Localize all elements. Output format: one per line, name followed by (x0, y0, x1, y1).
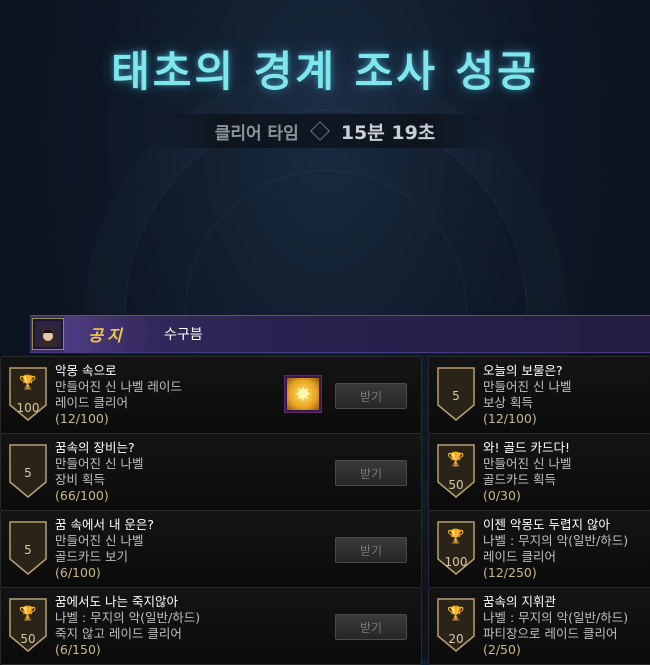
claim-button[interactable]: 받기 (335, 537, 407, 563)
achievement-badge: 🏆 50 (9, 598, 47, 652)
achievement-badge: 5 (437, 367, 475, 421)
achievement-card: 🏆 50 꿈에서도 나는 죽지않아 나벨 : 무지의 악(일반/하드) 죽지 않… (0, 587, 422, 665)
notice-bar: 공지 수구븜 (30, 315, 650, 353)
claim-button[interactable]: 받기 (335, 460, 407, 486)
achievement-badge: 5 (9, 444, 47, 498)
character-portrait-icon (32, 318, 64, 350)
notice-tag: 공지 (64, 316, 150, 352)
clear-time-value: 15분 19초 (340, 121, 436, 144)
achievement-desc: 만들어진 신 나벨 레이드 (55, 379, 182, 394)
achievement-card: 🏆 50 와! 골드 카드다! 만들어진 신 나벨 골드카드 획득 (0/30) (428, 433, 650, 511)
achievement-desc: 죽지 않고 레이드 클리어 (55, 626, 182, 641)
silver-trophy-icon: 🏆 (447, 606, 465, 622)
achievement-desc: 레이드 클리어 (55, 395, 128, 410)
achievement-desc: 보상 획득 (483, 395, 533, 410)
achievement-progress: (12/250) (483, 565, 537, 580)
achievement-title: 와! 골드 카드다! (483, 440, 570, 455)
gold-trophy-icon: 🏆 (19, 606, 37, 622)
achievement-badge: 🏆 20 (437, 598, 475, 652)
achievement-progress: (0/30) (483, 488, 521, 503)
achievement-desc: 만들어진 신 나벨 (55, 533, 144, 548)
achievement-desc: 만들어진 신 나벨 (483, 379, 572, 394)
clear-time-row: 클리어 타임 15분 19초 (150, 114, 500, 148)
reward-item-icon[interactable]: ✸ (284, 375, 322, 413)
achievement-desc: 만들어진 신 나벨 (55, 456, 144, 471)
achievement-badge: 5 (9, 521, 47, 575)
achievement-desc: 나벨 : 무지의 악(일반/하드) (483, 533, 629, 548)
achievement-title: 꿈속의 지휘관 (483, 594, 556, 609)
gold-trophy-icon: 🏆 (447, 452, 465, 468)
claim-button[interactable]: 받기 (335, 614, 407, 640)
achievement-desc: 나벨 : 무지의 악(일반/하드) (483, 610, 629, 625)
achievement-desc: 골드카드 보기 (55, 549, 128, 564)
achievement-title: 오늘의 보물은? (483, 363, 563, 378)
achievement-progress: (66/100) (55, 488, 109, 503)
achievement-badge: 🏆 100 (9, 367, 47, 421)
result-title: 태초의 경계 조사 성공 (111, 47, 539, 96)
achievement-desc: 만들어진 신 나벨 (483, 456, 572, 471)
achievement-card: 🏆 20 꿈속의 지휘관 나벨 : 무지의 악(일반/하드) 파티장으로 레이드… (428, 587, 650, 665)
achievement-badge: 🏆 100 (437, 521, 475, 575)
achievement-card: 5 꿈속의 장비는? 만들어진 신 나벨 장비 획득 (66/100) 받기 (0, 433, 422, 511)
achievement-title: 꿈속의 장비는? (55, 440, 135, 455)
claim-button[interactable]: 받기 (335, 383, 407, 409)
achievement-card: 5 오늘의 보물은? 만들어진 신 나벨 보상 획득 (12/100) (428, 356, 650, 434)
achievement-progress: (12/100) (55, 411, 109, 426)
achievement-desc: 장비 획득 (55, 472, 105, 487)
achievement-title: 꿈 속에서 내 운은? (55, 517, 155, 532)
achievement-title: 꿈에서도 나는 죽지않아 (55, 594, 178, 609)
achievement-desc: 레이드 클리어 (483, 549, 556, 564)
achievement-card: 5 꿈 속에서 내 운은? 만들어진 신 나벨 골드카드 보기 (6/100) … (0, 510, 422, 588)
achievement-desc: 파티장으로 레이드 클리어 (483, 626, 618, 641)
achievement-desc: 나벨 : 무지의 악(일반/하드) (55, 610, 201, 625)
achievement-progress: (6/150) (55, 642, 101, 657)
notice-message: 수구븜 (164, 327, 203, 343)
purple-trophy-icon: 🏆 (19, 375, 37, 391)
achievement-progress: (2/50) (483, 642, 521, 657)
achievement-card: 🏆 100 이젠 악몽도 두렵지 않아 나벨 : 무지의 악(일반/하드) 레이… (428, 510, 650, 588)
achievement-card: 🏆 100 악몽 속으로 만들어진 신 나벨 레이드 레이드 클리어 (12/1… (0, 356, 422, 434)
achievement-progress: (12/100) (483, 411, 537, 426)
achievement-title: 악몽 속으로 (55, 363, 117, 378)
achievement-badge: 🏆 50 (437, 444, 475, 498)
achievement-progress: (6/100) (55, 565, 101, 580)
clear-time-label: 클리어 타임 (214, 123, 299, 144)
purple-trophy-icon: 🏆 (447, 529, 465, 545)
achievement-desc: 골드카드 획득 (483, 472, 556, 487)
achievement-title: 이젠 악몽도 두렵지 않아 (483, 517, 610, 532)
diamond-separator-icon (309, 121, 330, 141)
